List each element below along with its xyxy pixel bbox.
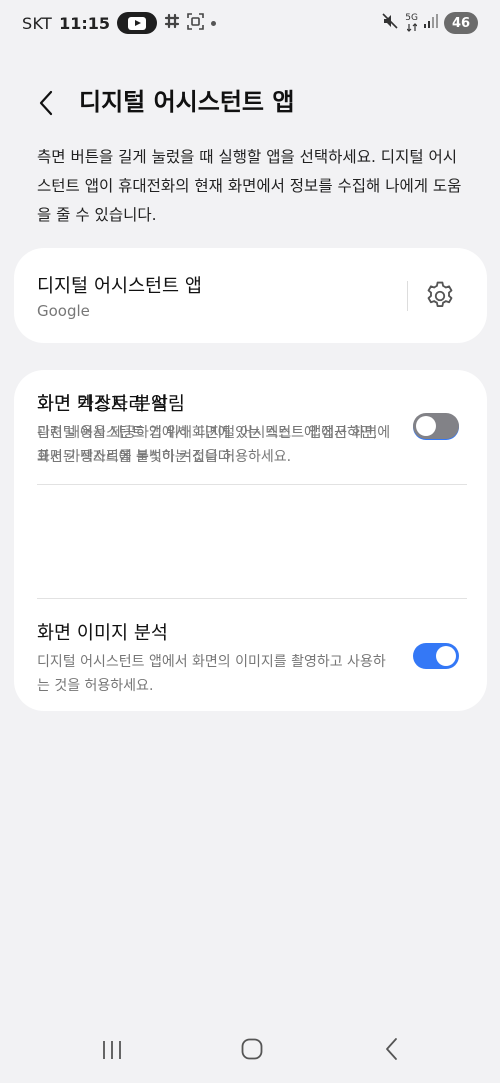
slack-icon [164,13,180,33]
home-button[interactable] [240,1037,264,1061]
recents-icon [103,1041,121,1059]
assistant-settings-button[interactable] [420,276,460,316]
network-indicator: 5G [405,14,418,32]
gear-icon [427,281,453,307]
back-icon [386,1038,397,1060]
assistant-app-card[interactable]: 디지털 어시스턴트 앱 Google [14,248,487,343]
network-label: 5G [405,13,418,23]
screenshot-icon [187,12,204,34]
battery-indicator: 46 [444,12,478,34]
divider [407,281,408,311]
image-analysis-toggle[interactable] [413,643,459,669]
signal-icon [424,13,438,33]
mute-icon [381,12,399,34]
home-icon [241,1038,263,1060]
page-title: 디지털 어시스턴트 앱 [79,88,295,116]
page-header: 디지털 어시스턴트 앱 [0,84,500,120]
back-button[interactable] [34,88,58,118]
row-divider [37,598,467,599]
youtube-icon [117,12,158,34]
status-time: 11:15 [59,13,111,33]
option-description: 디지털 어시스턴트 앱에서 화면의 이미지를 촬영하고 사용하는 것을 허용하세… [37,654,386,694]
option-description: 디지털 어시스턴트 앱에서 화면에 있는 텍스트에 접근하면, 화면 가장자리에… [37,425,378,465]
notification-dot-icon [211,20,217,26]
assistant-app-value: Google [37,302,90,320]
edge-lighting-toggle[interactable] [413,413,459,439]
analysis-options-card: 화면 텍스트 분석 관련 내용을 제공하기 위해 디지털 어시스턴트 앱에서 화… [14,370,487,711]
navigation-bar [0,1021,500,1083]
row-divider [37,484,467,485]
nav-back-button[interactable] [380,1037,404,1061]
status-bar: SKT 11:15 5G 46 [0,0,500,46]
recents-button[interactable] [100,1040,124,1060]
chevron-left-icon [39,90,53,116]
carrier-label: SKT [22,13,53,33]
option-title: 화면 가장자리 알림 [37,394,185,415]
assistant-app-title: 디지털 어시스턴트 앱 [37,276,202,297]
option-row-edge-lighting[interactable]: 화면 가장자리 알림 디지털 어시스턴트 앱에서 화면에 있는 텍스트에 접근하… [14,370,487,483]
page-description: 측면 버튼을 길게 눌렀을 때 실행할 앱을 선택하세요. 디지털 어시스턴트 … [37,148,462,224]
option-row-image-analysis[interactable]: 화면 이미지 분석 디지털 어시스턴트 앱에서 화면의 이미지를 촬영하고 사용… [14,599,487,712]
option-title: 화면 이미지 분석 [37,623,168,644]
